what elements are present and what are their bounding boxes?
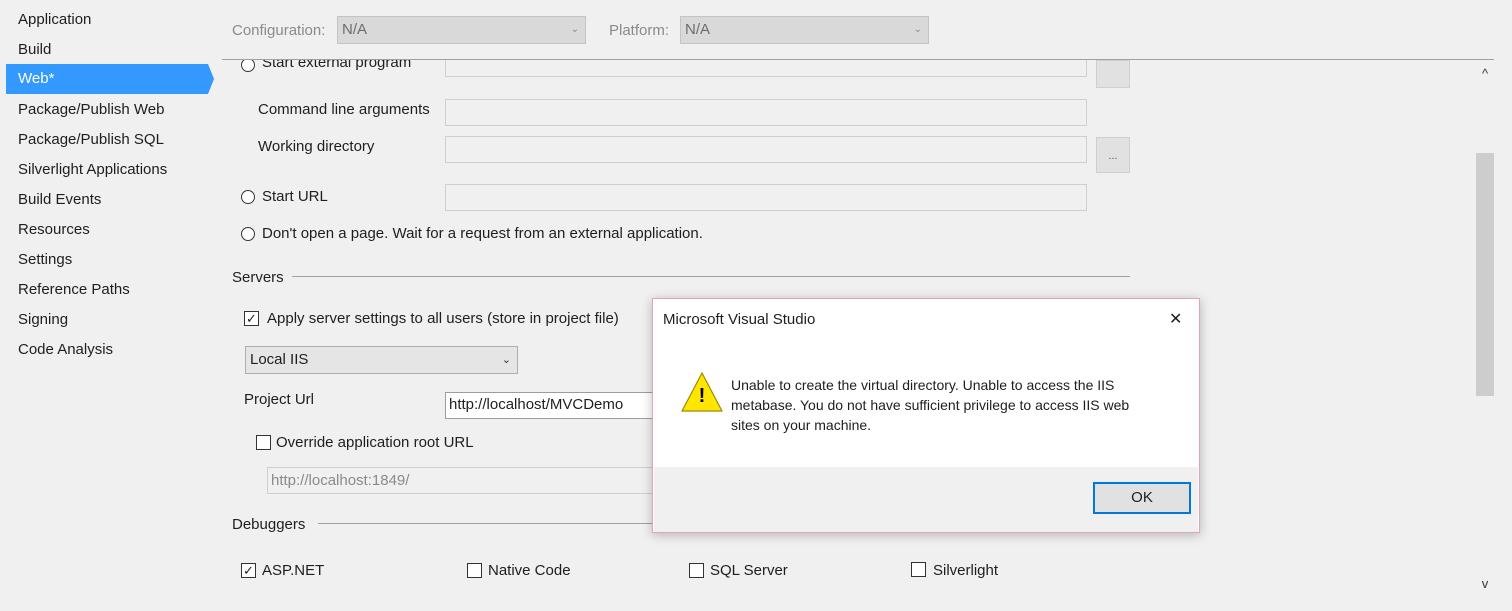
configuration-dropdown[interactable]: N/A ⌄: [337, 16, 586, 44]
command-line-arguments-label: Command line arguments: [258, 101, 430, 118]
start-external-program-label: Start external program: [262, 60, 412, 71]
sql-server-debugger-checkbox[interactable]: [689, 563, 704, 578]
apply-all-users-checkbox[interactable]: ✓: [244, 311, 259, 326]
sidebar-item-web[interactable]: Web*: [6, 64, 208, 94]
checkmark-icon: ✓: [246, 311, 257, 326]
sidebar: Application Build Web* Package/Publish W…: [0, 0, 216, 611]
ok-button[interactable]: OK: [1093, 482, 1191, 514]
start-url-input[interactable]: [445, 184, 1087, 211]
start-external-program-radio[interactable]: [241, 60, 255, 72]
silverlight-debugger-checkbox[interactable]: [911, 562, 926, 577]
server-type-dropdown[interactable]: Local IIS ⌄: [245, 346, 518, 374]
working-directory-label: Working directory: [258, 138, 375, 155]
sidebar-item-package-publish-web[interactable]: Package/Publish Web: [6, 95, 208, 125]
silverlight-debugger-label: Silverlight: [933, 562, 999, 579]
sidebar-item-silverlight-applications[interactable]: Silverlight Applications: [6, 155, 208, 185]
browse-directory-button[interactable]: ...: [1096, 137, 1130, 173]
error-dialog: Microsoft Visual Studio ✕ ! Unable to cr…: [652, 298, 1200, 533]
scroll-up-icon[interactable]: ^: [1477, 66, 1493, 82]
sidebar-item-build[interactable]: Build: [6, 35, 208, 65]
server-type-value: Local IIS: [250, 351, 309, 368]
apply-all-users-label: Apply server settings to all users (stor…: [267, 310, 619, 327]
aspnet-debugger-label: ASP.NET: [262, 562, 325, 579]
platform-dropdown[interactable]: N/A ⌄: [680, 16, 929, 44]
override-root-url-checkbox[interactable]: [256, 435, 271, 450]
sidebar-item-code-analysis[interactable]: Code Analysis: [6, 335, 208, 365]
browse-program-button[interactable]: [1096, 60, 1130, 88]
dont-open-page-radio[interactable]: [241, 227, 255, 241]
sidebar-item-settings[interactable]: Settings: [6, 245, 208, 275]
chevron-down-icon: ⌄: [570, 24, 579, 35]
scroll-down-icon[interactable]: v: [1477, 576, 1493, 592]
servers-section-label: Servers: [232, 269, 284, 286]
close-icon[interactable]: ✕: [1169, 309, 1182, 329]
sql-server-debugger-label: SQL Server: [710, 562, 788, 579]
override-root-url-label: Override application root URL: [276, 434, 474, 451]
debuggers-section-label: Debuggers: [232, 516, 306, 533]
working-directory-input[interactable]: [445, 136, 1087, 163]
checkmark-icon: ✓: [243, 563, 254, 578]
start-url-label: Start URL: [262, 188, 328, 205]
active-item-pointer: [208, 64, 214, 94]
debuggers-divider: [318, 523, 654, 524]
dialog-message-line-3: sites on your machine.: [731, 417, 872, 433]
start-url-radio[interactable]: [241, 190, 255, 204]
override-root-url-input[interactable]: http://localhost:1849/: [267, 467, 667, 494]
sidebar-item-signing[interactable]: Signing: [6, 305, 208, 335]
warning-mark: !: [698, 385, 706, 407]
native-code-debugger-checkbox[interactable]: [467, 563, 482, 578]
aspnet-debugger-checkbox[interactable]: ✓: [241, 563, 256, 578]
sidebar-item-package-publish-sql[interactable]: Package/Publish SQL: [6, 125, 208, 155]
platform-label: Platform:: [609, 22, 670, 39]
dialog-footer: OK: [654, 467, 1198, 532]
configuration-value: N/A: [342, 21, 368, 38]
native-code-debugger-label: Native Code: [488, 562, 571, 579]
dialog-message-line-2: metabase. You do not have sufficient pri…: [731, 397, 1130, 413]
dialog-message: Unable to create the virtual directory. …: [731, 375, 1129, 435]
project-url-label: Project Url: [244, 391, 315, 408]
project-url-input[interactable]: http://localhost/MVCDemo: [445, 392, 665, 419]
warning-icon: !: [681, 371, 723, 413]
scrollbar-thumb[interactable]: [1476, 153, 1494, 396]
external-program-input[interactable]: [445, 60, 1087, 77]
servers-divider: [292, 276, 1130, 277]
configuration-label: Configuration:: [232, 22, 326, 39]
sidebar-item-application[interactable]: Application: [6, 5, 208, 35]
chevron-down-icon: ⌄: [501, 354, 511, 366]
dont-open-page-label: Don't open a page. Wait for a request fr…: [262, 225, 703, 242]
chevron-down-icon: ⌄: [913, 24, 922, 35]
dialog-message-line-1: Unable to create the virtual directory. …: [731, 377, 1115, 393]
dialog-title: Microsoft Visual Studio: [663, 311, 816, 328]
sidebar-item-reference-paths[interactable]: Reference Paths: [6, 275, 208, 305]
command-line-arguments-input[interactable]: [445, 99, 1087, 126]
sidebar-item-resources[interactable]: Resources: [6, 215, 208, 245]
platform-value: N/A: [685, 21, 711, 38]
sidebar-item-build-events[interactable]: Build Events: [6, 185, 208, 215]
